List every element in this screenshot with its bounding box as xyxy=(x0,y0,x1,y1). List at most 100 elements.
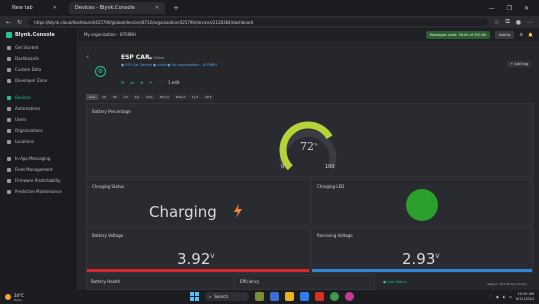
sidebar-item-label: Locations xyxy=(15,139,35,144)
collapse-sidebar-icon[interactable]: « xyxy=(86,54,89,60)
volume-icon[interactable]: ◖ xyxy=(503,295,505,299)
wifi-icon[interactable]: ◉ xyxy=(496,295,499,299)
time-range-tab[interactable]: Live xyxy=(86,94,99,100)
sidebar-item-label: Developer Zone xyxy=(15,78,48,83)
url-field[interactable]: https://blynk.cloud/dashboard/425790/glo… xyxy=(28,18,489,26)
share-icon[interactable]: ⇄ xyxy=(131,80,134,85)
profile-icon[interactable]: ● xyxy=(516,19,521,26)
settings-icon[interactable]: ⚙ xyxy=(121,80,125,85)
chrome-icon[interactable] xyxy=(330,292,339,301)
location-icon xyxy=(7,139,11,144)
device-meta[interactable]: ● ESP Car Device ● Ankit ● My organizati… xyxy=(121,63,217,67)
widget-title: Battery Percentage xyxy=(92,109,131,114)
gauge-max-label: 100 xyxy=(325,164,335,170)
sidebar-item-in-app-messaging[interactable]: In-App Messaging xyxy=(0,153,77,164)
time-range-tab[interactable]: 3mo ▾ xyxy=(156,94,172,100)
new-tab-button[interactable]: + xyxy=(173,4,179,12)
widget-title: Efficiency xyxy=(240,279,260,284)
taskbar-app-icon[interactable] xyxy=(345,292,354,301)
org-selector[interactable]: My organization - 8709BH xyxy=(84,32,136,37)
clock-date: 6/11/2024 xyxy=(516,297,534,301)
minimize-icon[interactable]: — xyxy=(489,5,495,12)
database-icon xyxy=(7,67,11,72)
time-range-tab[interactable]: 1y ▾ xyxy=(188,94,202,100)
edit-button[interactable]: 1 edit xyxy=(168,80,180,85)
pin-icon[interactable]: ⌖ xyxy=(150,80,152,85)
widget-title: Battery Voltage xyxy=(92,233,124,238)
sidebar-item-firmware[interactable]: Firmware Predictability xyxy=(0,175,77,186)
receiving-voltage-widget: Receiving Voltage 2.93V xyxy=(311,227,533,273)
search-label: Search xyxy=(214,294,228,299)
rocket-icon xyxy=(7,45,11,50)
time-range-tab[interactable]: 6mo ▾ xyxy=(172,94,188,100)
notification-icon[interactable]: 🔔 xyxy=(528,32,533,37)
sidebar-item-developer-zone[interactable]: Developer Zone xyxy=(0,75,77,86)
maximize-icon[interactable]: ❐ xyxy=(507,5,512,12)
close-icon[interactable]: ✕ xyxy=(53,5,57,11)
charging-status-value: Charging xyxy=(149,203,217,221)
sidebar-item-fleet-management[interactable]: Fleet Management xyxy=(0,164,77,175)
bottom-widgets-row: Battery Health Efficiency ● Live Status … xyxy=(86,274,533,290)
edge-icon[interactable] xyxy=(300,292,309,301)
sidebar-item-locations[interactable]: Locations xyxy=(0,136,77,147)
taskbar-app-icon[interactable] xyxy=(255,292,264,301)
sidebar-item-devices[interactable]: Devices xyxy=(0,92,77,103)
widget-title: Receiving Voltage xyxy=(317,233,353,238)
sidebar-item-label: Users xyxy=(15,117,27,122)
weather-widget[interactable]: 34°C Haze xyxy=(5,293,24,302)
battery-voltage-widget: Battery Voltage 3.92V xyxy=(86,227,310,273)
close-icon[interactable]: ✕ xyxy=(155,5,159,11)
time-range-tab[interactable]: 1h xyxy=(99,94,109,100)
gauge-min-label: 0 xyxy=(281,164,285,170)
taskbar-search[interactable]: ⌕ Search xyxy=(205,292,249,301)
star-icon[interactable]: ☆ xyxy=(494,19,499,26)
sidebar-item-organizations[interactable]: Organizations xyxy=(0,125,77,136)
device-name: ESP CAR xyxy=(121,54,150,61)
time-range-tab[interactable]: 1d xyxy=(120,94,131,100)
sidebar-item-predictive-maintenance[interactable]: Predictive Maintenance xyxy=(0,186,77,197)
battery-voltage-bar xyxy=(87,269,309,272)
clock[interactable]: 10:30 AM 6/11/2024 xyxy=(516,292,534,302)
time-range-tab[interactable]: 1w xyxy=(131,94,142,100)
blynk-logo[interactable]: Blynk.Console xyxy=(0,28,77,42)
sidebar-item-automations[interactable]: Automations xyxy=(0,103,77,114)
browser-tab-devices[interactable]: Devices - Blynk.Console ✕ xyxy=(68,2,166,14)
folder-icon[interactable] xyxy=(285,292,294,301)
sidebar-item-custom-data[interactable]: Custom Data xyxy=(0,64,77,75)
taskbar-app-icon[interactable] xyxy=(315,292,324,301)
time-range-tab[interactable]: 1mo xyxy=(142,94,156,100)
sidebar-item-dashboards[interactable]: Dashboards xyxy=(0,53,77,64)
time-range-tab[interactable]: 6h xyxy=(109,94,120,100)
efficiency-widget: Efficiency xyxy=(235,274,375,290)
battery-icon[interactable]: ▭ xyxy=(509,295,512,299)
sidebar-item-users[interactable]: Users xyxy=(0,114,77,125)
menu-icon[interactable]: ⋯ xyxy=(527,19,533,26)
back-icon[interactable]: ← xyxy=(6,19,11,26)
extensions-icon[interactable]: ⧉ xyxy=(505,18,509,26)
sidebar-item-label: In-App Messaging xyxy=(15,156,51,161)
code-icon xyxy=(7,78,11,83)
device-icon xyxy=(7,95,11,100)
chevron-up-icon[interactable]: ⌃ xyxy=(489,295,492,299)
add-tag-button[interactable]: + Add tag xyxy=(507,61,531,67)
windows-start-icon[interactable] xyxy=(190,292,199,301)
settings-icon[interactable]: ⚙ xyxy=(519,32,523,37)
weather-desc: Haze xyxy=(14,297,22,302)
receiving-voltage-bar xyxy=(312,269,532,272)
taskbar-app-icon[interactable] xyxy=(270,292,279,301)
reload-icon[interactable]: ↻ xyxy=(17,19,22,26)
footer-region: Region: blr1 Privacy Policy xyxy=(487,282,527,286)
browser-tab-new[interactable]: New tab ✕ xyxy=(6,2,63,14)
sidebar-item-get-started[interactable]: Get Started xyxy=(0,42,77,53)
star-icon[interactable]: ★ xyxy=(140,80,144,85)
widget-title: Charging LED xyxy=(317,184,345,189)
close-window-icon[interactable]: ✕ xyxy=(524,5,529,12)
live-status-label: ● Live Status xyxy=(383,280,407,284)
taskbar: 34°C Haze ⌕ Search ⌃ ◉ ◖ ▭ 10:30 AM 6/11… xyxy=(0,290,539,304)
account-button[interactable]: Add to xyxy=(495,30,515,39)
widget-title: Battery Health xyxy=(91,279,121,284)
time-range-tab[interactable]: All ▾ xyxy=(202,94,215,100)
battery-voltage-value: 3.92V xyxy=(177,250,215,268)
more-icon[interactable]: ⋯ xyxy=(158,80,162,85)
usage-badge: Messages used: 28.0k of 300.0k xyxy=(425,30,491,39)
